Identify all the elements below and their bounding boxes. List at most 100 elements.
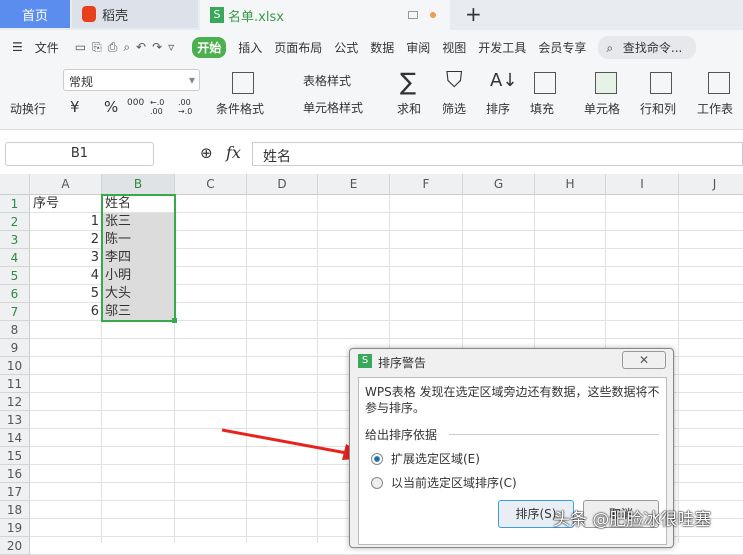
column-header-H[interactable]: H	[535, 174, 606, 195]
cell-ref: B1	[70, 146, 89, 161]
formula-input[interactable]: 姓名	[252, 142, 743, 166]
row-header-19[interactable]: 19	[0, 519, 30, 537]
radio-expand[interactable]: 扩展选定区域(E)	[371, 450, 480, 467]
select-all[interactable]	[0, 174, 30, 195]
menu-item-view[interactable]: 视图	[442, 39, 466, 56]
column-header-I[interactable]: I	[606, 174, 679, 195]
cell-button[interactable]: 单元格	[584, 100, 620, 117]
row-header-18[interactable]: 18	[0, 501, 30, 519]
cell-A2[interactable]: 1	[30, 213, 102, 231]
conditional-format-icon	[232, 72, 254, 94]
row-header-8[interactable]: 8	[0, 321, 30, 339]
quick-tools: ▭⎘⎙⌕↶↷▿	[74, 39, 181, 54]
decimal-increase-button[interactable]: ←.0 .00	[150, 98, 172, 116]
row-header-6[interactable]: 6	[0, 285, 30, 303]
ribbon: 动换行 常规 ▾ ¥ % 000 ←.0 .00 .00 →.0 条件格式 表格样…	[0, 64, 743, 130]
currency-button[interactable]: ¥	[70, 98, 80, 116]
cell-A1[interactable]: 序号	[30, 195, 62, 213]
row-header-4[interactable]: 4	[0, 249, 30, 267]
formula-value: 姓名	[263, 149, 291, 165]
row-header-9[interactable]: 9	[0, 339, 30, 357]
fill-button[interactable]: 填充	[530, 100, 554, 117]
column-header-F[interactable]: F	[390, 174, 463, 195]
menu-item-home[interactable]: 开始	[192, 36, 227, 58]
column-header-J[interactable]: J	[679, 174, 743, 195]
fill-handle[interactable]	[172, 318, 177, 323]
column-header-D[interactable]: D	[247, 174, 318, 195]
cell-A5[interactable]: 4	[30, 267, 102, 285]
formula-bar: B1 ⊕ fx 姓名	[0, 138, 743, 170]
number-format-value: 常规	[69, 75, 94, 89]
menu-item-review[interactable]: 审阅	[406, 39, 430, 56]
cell-style-button[interactable]: 单元格样式	[303, 99, 363, 116]
column-header-E[interactable]: E	[318, 174, 390, 195]
cell-A6[interactable]: 5	[30, 285, 102, 303]
tab-file[interactable]: S 名单.xlsx	[200, 0, 450, 30]
menu-item-member[interactable]: 会员专享	[538, 39, 586, 56]
column-header-C[interactable]: C	[175, 174, 247, 195]
worksheet-button[interactable]: 工作表	[697, 100, 733, 117]
row-header-14[interactable]: 14	[0, 429, 30, 447]
percent-button[interactable]: %	[104, 98, 118, 116]
menu-item-insert[interactable]: 插入	[238, 39, 262, 56]
sort-icon: A↓	[490, 70, 518, 91]
menu-bar: ☰ 文件 ▭⎘⎙⌕↶↷▿ 开始 插入 页面布局 公式 数据 审阅 视图 开发工具…	[0, 30, 743, 64]
conditional-format-button[interactable]: 条件格式	[216, 100, 264, 117]
sum-button[interactable]: 求和	[397, 100, 421, 117]
menu-file[interactable]: 文件	[35, 39, 59, 56]
worksheet-icon	[708, 72, 730, 94]
sort-basis-label: 给出排序依据	[365, 426, 442, 443]
row-header-7[interactable]: 7	[0, 303, 30, 321]
radio-label: 以当前选定区域排序(C)	[391, 476, 517, 490]
name-box[interactable]: B1	[5, 142, 154, 166]
column-header-A[interactable]: A	[30, 174, 102, 195]
zoom-icon[interactable]: ⊕	[200, 144, 213, 162]
row-header-12[interactable]: 12	[0, 393, 30, 411]
cell-A4[interactable]: 3	[30, 249, 102, 267]
row-header-13[interactable]: 13	[0, 411, 30, 429]
column-header-G[interactable]: G	[463, 174, 535, 195]
unsaved-dot-icon	[430, 12, 436, 18]
row-col-icon	[650, 72, 672, 94]
menu-item-data[interactable]: 数据	[370, 39, 394, 56]
search-placeholder: 查找命令...	[622, 40, 683, 55]
cell-A7[interactable]: 6	[30, 303, 102, 321]
row-header-15[interactable]: 15	[0, 447, 30, 465]
tab-docer[interactable]: 稻壳	[72, 0, 198, 28]
fx-button[interactable]: fx	[226, 143, 241, 162]
row-header-2[interactable]: 2	[0, 213, 30, 231]
search-command[interactable]: ⌕ 查找命令...	[598, 35, 697, 59]
row-header-16[interactable]: 16	[0, 465, 30, 483]
row-col-button[interactable]: 行和列	[640, 100, 676, 117]
number-format-select[interactable]: 常规 ▾	[63, 69, 200, 91]
row-header-10[interactable]: 10	[0, 357, 30, 375]
row-header-11[interactable]: 11	[0, 375, 30, 393]
cell-icon	[595, 72, 617, 94]
cell-A3[interactable]: 2	[30, 231, 102, 249]
row-header-17[interactable]: 17	[0, 483, 30, 501]
radio-current[interactable]: 以当前选定区域排序(C)	[371, 474, 517, 491]
menu-item-dev[interactable]: 开发工具	[478, 39, 526, 56]
tab-bar: 首页 稻壳 S 名单.xlsx +	[0, 0, 743, 30]
row-header-5[interactable]: 5	[0, 267, 30, 285]
tab-home[interactable]: 首页	[0, 0, 70, 28]
filter-button[interactable]: 筛选	[442, 100, 466, 117]
decimal-decrease-button[interactable]: .00 →.0	[178, 98, 200, 116]
monitor-icon[interactable]	[408, 11, 418, 19]
row-header-1[interactable]: 1	[0, 195, 30, 213]
menu-item-formula[interactable]: 公式	[334, 39, 358, 56]
sheet-icon: S	[210, 7, 224, 23]
column-header-B[interactable]: B	[102, 174, 175, 195]
thousands-button[interactable]: 000	[127, 98, 144, 108]
menu-item-layout[interactable]: 页面布局	[274, 39, 322, 56]
dialog-close-button[interactable]: ✕	[622, 351, 666, 369]
selection-border	[101, 194, 176, 322]
row-header-20[interactable]: 20	[0, 537, 30, 555]
table-style-button[interactable]: 表格样式	[303, 72, 351, 89]
wrap-text-button[interactable]: 动换行	[10, 100, 46, 117]
tab-label: 稻壳	[102, 8, 129, 24]
row-header-3[interactable]: 3	[0, 231, 30, 249]
sort-button[interactable]: 排序	[486, 100, 510, 117]
menu-icon[interactable]: ☰	[12, 40, 23, 54]
new-tab-button[interactable]: +	[465, 0, 482, 28]
